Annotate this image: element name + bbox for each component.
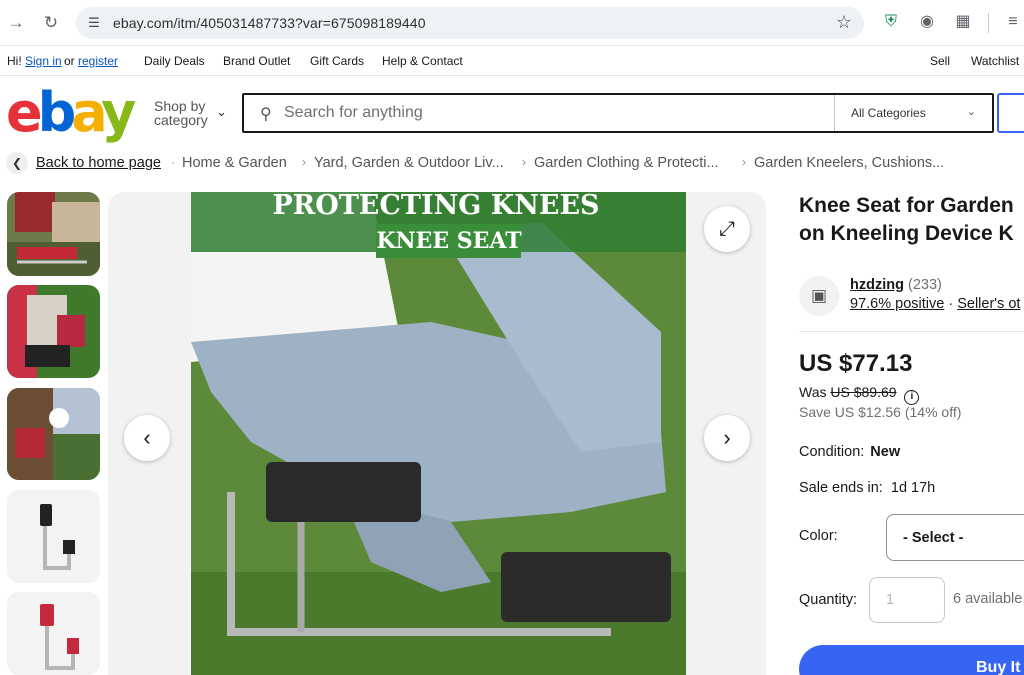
- previous-image-button[interactable]: ‹: [124, 415, 170, 461]
- back-chevron-icon[interactable]: ❮: [6, 152, 28, 174]
- breadcrumb-back-home[interactable]: Back to home page: [36, 155, 161, 171]
- product-title: Knee Seat for Garden on Kneeling Device …: [799, 192, 1024, 248]
- sellers-other-items-link[interactable]: Seller's ot: [957, 296, 1020, 312]
- register-link[interactable]: register: [78, 54, 118, 68]
- product-title-line2: on Kneeling Device K: [799, 222, 1014, 245]
- logo-letter-b: b: [37, 81, 77, 144]
- daily-deals-link[interactable]: Daily Deals: [144, 54, 205, 68]
- sign-in-link[interactable]: Sign in: [25, 54, 62, 68]
- global-top-bar: Hi! Sign in or register Daily Deals Bran…: [0, 46, 1024, 76]
- thumbnail-2[interactable]: [7, 285, 100, 378]
- thumbnail-image: [7, 592, 100, 675]
- search-icon: ⚲: [260, 106, 272, 123]
- shop-by-line2: category: [154, 112, 208, 128]
- sell-link[interactable]: Sell: [930, 54, 950, 68]
- color-select[interactable]: - Select -: [886, 514, 1024, 561]
- thumbnail-5[interactable]: [7, 592, 100, 675]
- extensions-puzzle-icon[interactable]: ▦: [952, 11, 974, 33]
- was-price-row: Was US $89.69 i: [799, 384, 920, 405]
- condition-row: Condition: New: [799, 444, 900, 460]
- expand-icon[interactable]: ⤢: [704, 206, 750, 252]
- forward-icon[interactable]: →: [4, 11, 28, 35]
- search-bar: ⚲ All Categories ⌄: [242, 93, 994, 133]
- thumbnail-image: [7, 388, 100, 480]
- sale-ends-label: Sale ends in:: [799, 480, 883, 496]
- color-label: Color:: [799, 528, 838, 544]
- separator-dot: ·: [948, 296, 954, 312]
- product-photo: PROTECTING KNEES KNEE SEAT: [191, 192, 686, 675]
- brand-outlet-link[interactable]: Brand Outlet: [223, 54, 290, 68]
- site-settings-icon[interactable]: ☰: [86, 15, 102, 31]
- camera-icon[interactable]: ◉: [916, 11, 938, 33]
- thumbnail-image: [7, 490, 100, 583]
- shield-extension-icon[interactable]: ⛨: [880, 11, 902, 33]
- banner-line1: PROTECTING KNEES: [272, 192, 599, 221]
- gift-cards-link[interactable]: Gift Cards: [310, 54, 364, 68]
- seller-feedback: 97.6% positive · Seller's ot: [850, 296, 1020, 312]
- reload-icon[interactable]: ↻: [39, 11, 63, 35]
- divider: [799, 331, 1024, 332]
- thumbnail-3[interactable]: [7, 388, 100, 480]
- breadcrumb-home-garden[interactable]: Home & Garden: [182, 155, 287, 171]
- breadcrumb-chevron-icon: ›: [302, 155, 306, 169]
- store-icon[interactable]: ▣: [799, 276, 839, 316]
- breadcrumb-chevron-icon: ›: [742, 155, 746, 169]
- bookmark-star-icon[interactable]: ☆: [836, 12, 852, 33]
- condition-value: New: [870, 444, 901, 460]
- watchlist-link[interactable]: Watchlist: [971, 54, 1019, 68]
- shop-by-category-button[interactable]: Shop by category ⌄: [154, 98, 227, 128]
- address-url[interactable]: ebay.com/itm/405031487733?var=6750981894…: [113, 15, 426, 31]
- media-queue-icon[interactable]: ≡: [1002, 11, 1024, 33]
- banner-line2: KNEE SEAT: [376, 228, 522, 254]
- product-title-line1: Knee Seat for Garden: [799, 194, 1014, 217]
- category-select-label: All Categories: [851, 106, 926, 120]
- address-bar[interactable]: ☰ ebay.com/itm/405031487733?var=67509818…: [76, 7, 864, 39]
- search-button[interactable]: [997, 93, 1024, 133]
- info-icon[interactable]: i: [904, 390, 920, 405]
- browser-toolbar: → ↻ ☰ ebay.com/itm/405031487733?var=6750…: [0, 0, 1024, 46]
- logo-letter-e: e: [6, 81, 43, 144]
- current-price: US $77.13: [799, 350, 913, 377]
- breadcrumb-yard-garden[interactable]: Yard, Garden & Outdoor Liv...: [314, 155, 504, 171]
- ebay-logo[interactable]: ebay: [6, 86, 136, 140]
- thumbnail-image: [7, 192, 100, 276]
- chevron-down-icon: ⌄: [966, 106, 976, 118]
- or-text: or: [64, 54, 75, 68]
- breadcrumb-garden-kneelers[interactable]: Garden Kneelers, Cushions...: [754, 155, 944, 171]
- quantity-input[interactable]: 1: [869, 577, 945, 623]
- help-contact-link[interactable]: Help & Contact: [382, 54, 463, 68]
- seller-name-link[interactable]: hzdzing: [850, 277, 904, 293]
- seller-info: hzdzing (233): [850, 277, 942, 293]
- shop-by-line1: Shop by: [154, 98, 206, 114]
- seller-feedback-count: (233): [908, 277, 942, 293]
- sale-ends-value: 1d 17h: [890, 480, 936, 496]
- main-product-image[interactable]: PROTECTING KNEES KNEE SEAT ⤢ ‹ ›: [108, 192, 766, 675]
- greeting-text: Hi!: [7, 54, 22, 68]
- search-input[interactable]: [284, 101, 824, 125]
- toolbar-divider: [988, 13, 989, 33]
- chevron-down-icon: ⌄: [216, 104, 227, 119]
- original-price: US $89.69: [830, 384, 897, 400]
- thumbnail-1[interactable]: [7, 192, 100, 276]
- breadcrumb-garden-clothing[interactable]: Garden Clothing & Protecti...: [534, 155, 719, 171]
- logo-letter-y: y: [101, 81, 136, 144]
- next-image-button[interactable]: ›: [704, 415, 750, 461]
- was-label: Was: [799, 384, 827, 400]
- thumbnail-image: [7, 285, 100, 378]
- logo-letter-a: a: [71, 81, 106, 144]
- buy-it-now-button[interactable]: Buy It: [799, 645, 1024, 675]
- sale-ends-row: Sale ends in: 1d 17h: [799, 480, 935, 496]
- quantity-label: Quantity:: [799, 592, 858, 608]
- available-count: 6 available: [953, 591, 1023, 607]
- thumbnail-4[interactable]: [7, 490, 100, 583]
- breadcrumb-dot: ·: [171, 155, 175, 169]
- condition-label: Condition:: [799, 444, 865, 460]
- category-select[interactable]: All Categories ⌄: [834, 95, 992, 131]
- savings-text: Save US $12.56 (14% off): [799, 404, 962, 420]
- positive-feedback-link[interactable]: 97.6% positive: [850, 296, 944, 312]
- breadcrumb-chevron-icon: ›: [522, 155, 526, 169]
